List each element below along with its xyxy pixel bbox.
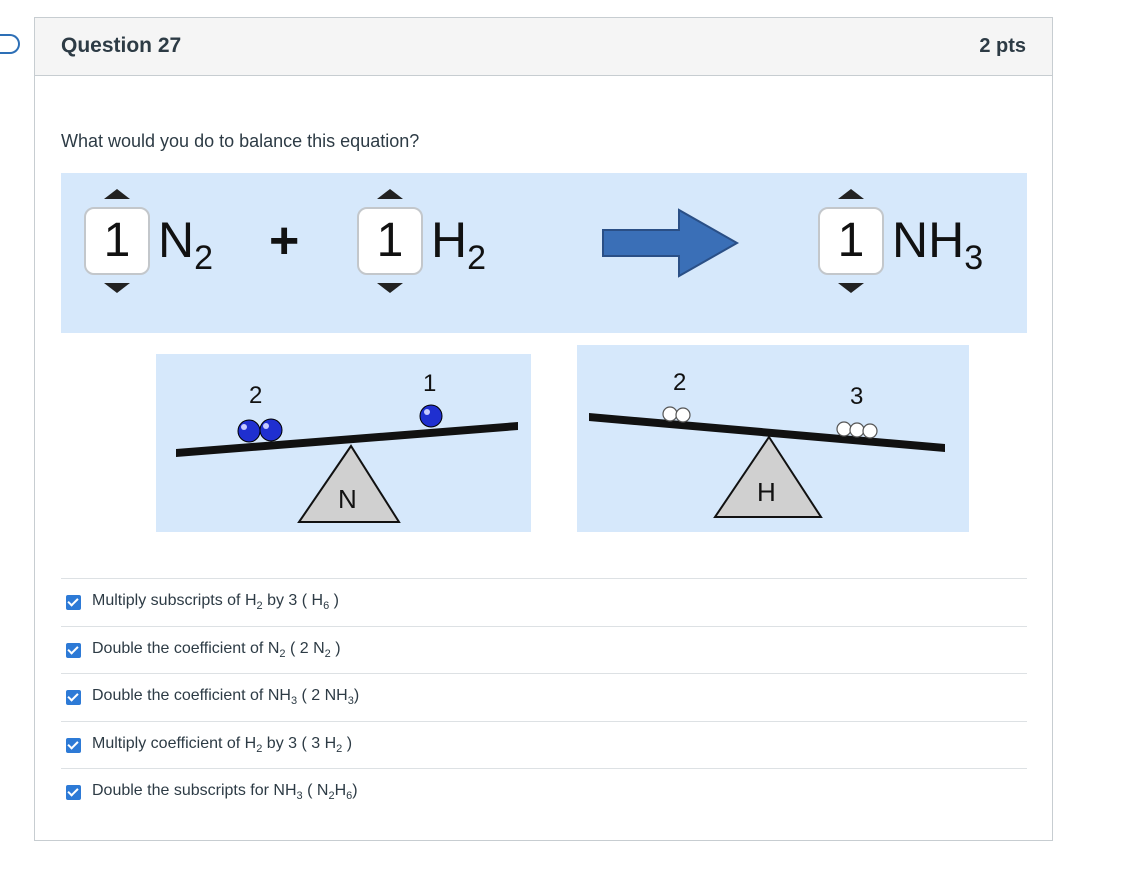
hydrogen-fulcrum-label: H — [757, 477, 776, 507]
n2-symbol: N — [158, 212, 195, 268]
answer-option[interactable]: Double the coefficient of N2 ( 2 N2 ) — [61, 625, 1027, 674]
nh3-symbol: NH — [892, 212, 965, 268]
increase-nh3-arrow-icon[interactable] — [838, 189, 864, 199]
plus-sign: + — [269, 212, 300, 270]
h2-coefficient-box[interactable]: 1 — [357, 207, 423, 275]
answer-list: Multiply subscripts of H2 by 3 ( H6 ) Do… — [61, 578, 1027, 816]
answer-checkbox[interactable] — [66, 690, 81, 705]
n2-subscript: 2 — [194, 239, 214, 277]
equation-panel: 1 N2 + 1 H2 1 NH3 — [61, 173, 1027, 333]
hydrogen-right-count: 3 — [850, 383, 864, 410]
nitrogen-fulcrum-label: N — [338, 484, 357, 514]
nh3-subscript: 3 — [964, 239, 984, 277]
question-points: 2 pts — [979, 35, 1026, 57]
decrease-h2-arrow-icon[interactable] — [377, 283, 403, 293]
question-title: Question 27 — [61, 34, 182, 57]
n2-formula: N2 — [158, 211, 213, 275]
hydrogen-balance: 2 3 H — [577, 345, 969, 532]
h2-formula: H2 — [431, 211, 486, 275]
answer-label: Double the coefficient of NH3 ( 2 NH3) — [92, 687, 360, 708]
increase-n2-arrow-icon[interactable] — [104, 189, 130, 199]
answer-label: Double the coefficient of N2 ( 2 N2 ) — [92, 639, 341, 660]
n2-coefficient-box[interactable]: 1 — [84, 207, 150, 275]
answer-option[interactable]: Double the subscripts for NH3 ( N2H6) — [61, 768, 1027, 816]
nh3-coefficient-box[interactable]: 1 — [818, 207, 884, 275]
nitrogen-right-count: 1 — [423, 370, 437, 397]
decrease-nh3-arrow-icon[interactable] — [838, 283, 864, 293]
answer-label: Double the subscripts for NH3 ( N2H6) — [92, 782, 358, 803]
answer-checkbox[interactable] — [66, 785, 81, 800]
answer-checkbox[interactable] — [66, 595, 81, 610]
answer-checkbox[interactable] — [66, 642, 81, 658]
answer-checkbox[interactable] — [66, 737, 81, 753]
hydrogen-left-count: 2 — [673, 369, 687, 396]
nh3-formula: NH3 — [892, 211, 983, 275]
h2-symbol: H — [431, 212, 468, 268]
answer-label: Multiply subscripts of H2 by 3 ( H6 ) — [92, 592, 339, 613]
answer-option[interactable]: Double the coefficient of NH3 ( 2 NH3) — [61, 673, 1027, 721]
increase-h2-arrow-icon[interactable] — [377, 189, 403, 199]
flag-question-icon[interactable] — [0, 34, 20, 54]
question-prompt: What would you do to balance this equati… — [61, 131, 420, 151]
answer-label: Multiply coefficient of H2 by 3 ( 3 H2 ) — [92, 734, 353, 755]
nitrogen-left-count: 2 — [249, 382, 263, 409]
reaction-arrow-icon — [602, 208, 740, 278]
question-header: Question 27 2 pts — [35, 18, 1052, 76]
answer-option[interactable]: Multiply subscripts of H2 by 3 ( H6 ) — [61, 578, 1027, 626]
decrease-n2-arrow-icon[interactable] — [104, 283, 130, 293]
h2-subscript: 2 — [467, 239, 487, 277]
nitrogen-balance: 2 1 N — [156, 354, 531, 532]
answer-option[interactable]: Multiply coefficient of H2 by 3 ( 3 H2 ) — [61, 720, 1027, 769]
question-card: Question 27 2 pts What would you do to b… — [34, 17, 1053, 841]
